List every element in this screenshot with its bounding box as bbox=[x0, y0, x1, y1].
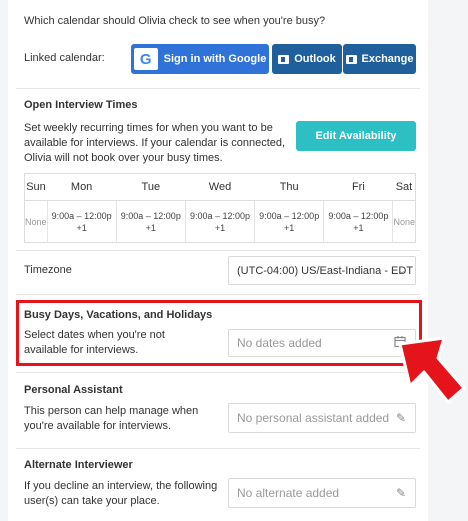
day-header-wed: Wed bbox=[185, 174, 255, 201]
divider bbox=[16, 448, 420, 449]
weekly-schedule: Sun Mon Tue Wed Thu Fri Sat None 9:00a –… bbox=[24, 173, 416, 243]
personal-assistant-placeholder: No personal assistant added bbox=[237, 411, 390, 425]
day-header-sun: Sun bbox=[25, 174, 48, 201]
outlook-label: Outlook bbox=[294, 53, 336, 65]
exchange-button[interactable]: Exchange bbox=[343, 44, 416, 74]
divider bbox=[16, 294, 420, 295]
day-header-tue: Tue bbox=[116, 174, 186, 201]
slot-mon: 9:00a – 12:00p +1 bbox=[46, 200, 117, 243]
slot-fri: 9:00a – 12:00p +1 bbox=[323, 200, 393, 243]
red-arrow-icon bbox=[398, 336, 466, 404]
slot-sat: None bbox=[392, 200, 415, 243]
interview-times-title: Open Interview Times bbox=[24, 99, 138, 111]
outlook-button[interactable]: Outlook bbox=[272, 44, 342, 74]
slot-thu: 9:00a – 12:00p +1 bbox=[254, 200, 324, 243]
calendar-question: Which calendar should Olivia check to se… bbox=[24, 15, 326, 27]
personal-assistant-description: This person can help manage when you're … bbox=[24, 405, 199, 432]
sign-in-google-button[interactable]: G Sign in with Google bbox=[131, 44, 269, 74]
sign-in-google-label: Sign in with Google bbox=[163, 53, 267, 65]
alternate-interviewer-input[interactable]: No alternate added ✎ bbox=[228, 478, 416, 508]
slot-sun: None bbox=[25, 216, 47, 227]
weekly-schedule-table: Sun Mon Tue Wed Thu Fri Sat None 9:00a –… bbox=[25, 174, 415, 243]
exchange-icon bbox=[345, 54, 357, 64]
alternate-interviewer-description: If you decline an interview, the followi… bbox=[24, 480, 218, 507]
divider bbox=[16, 372, 420, 373]
day-header-thu: Thu bbox=[254, 174, 324, 201]
pencil-icon[interactable]: ✎ bbox=[396, 486, 406, 500]
alternate-interviewer-title: Alternate Interviewer bbox=[24, 459, 133, 471]
divider bbox=[16, 250, 420, 251]
pencil-icon[interactable]: ✎ bbox=[396, 411, 406, 425]
personal-assistant-title: Personal Assistant bbox=[24, 384, 123, 396]
divider bbox=[16, 88, 420, 89]
day-header-fri: Fri bbox=[323, 174, 393, 201]
chevron-down-icon: ⌄ bbox=[397, 265, 406, 276]
edit-availability-button[interactable]: Edit Availability bbox=[296, 121, 416, 151]
exchange-label: Exchange bbox=[361, 53, 414, 65]
slot-wed: 9:00a – 12:00p +1 bbox=[184, 200, 255, 243]
alternate-interviewer-placeholder: No alternate added bbox=[237, 486, 340, 500]
timezone-label: Timezone bbox=[24, 264, 72, 276]
busy-days-highlight-box bbox=[16, 300, 422, 366]
interview-times-description: Set weekly recurring times for when you … bbox=[24, 122, 286, 164]
linked-calendar-label: Linked calendar: bbox=[24, 52, 105, 64]
timezone-value: (UTC-04:00) US/East-Indiana - EDT bbox=[237, 264, 414, 277]
timezone-select[interactable]: (UTC-04:00) US/East-Indiana - EDT ⌄ bbox=[228, 256, 416, 285]
calendar-settings-panel: Which calendar should Olivia check to se… bbox=[8, 0, 428, 521]
day-header-mon: Mon bbox=[47, 174, 117, 201]
day-header-sat: Sat bbox=[392, 174, 415, 201]
google-icon: G bbox=[133, 48, 158, 70]
outlook-icon bbox=[278, 54, 290, 64]
slot-tue: 9:00a – 12:00p +1 bbox=[115, 200, 186, 243]
personal-assistant-input[interactable]: No personal assistant added ✎ bbox=[228, 403, 416, 433]
